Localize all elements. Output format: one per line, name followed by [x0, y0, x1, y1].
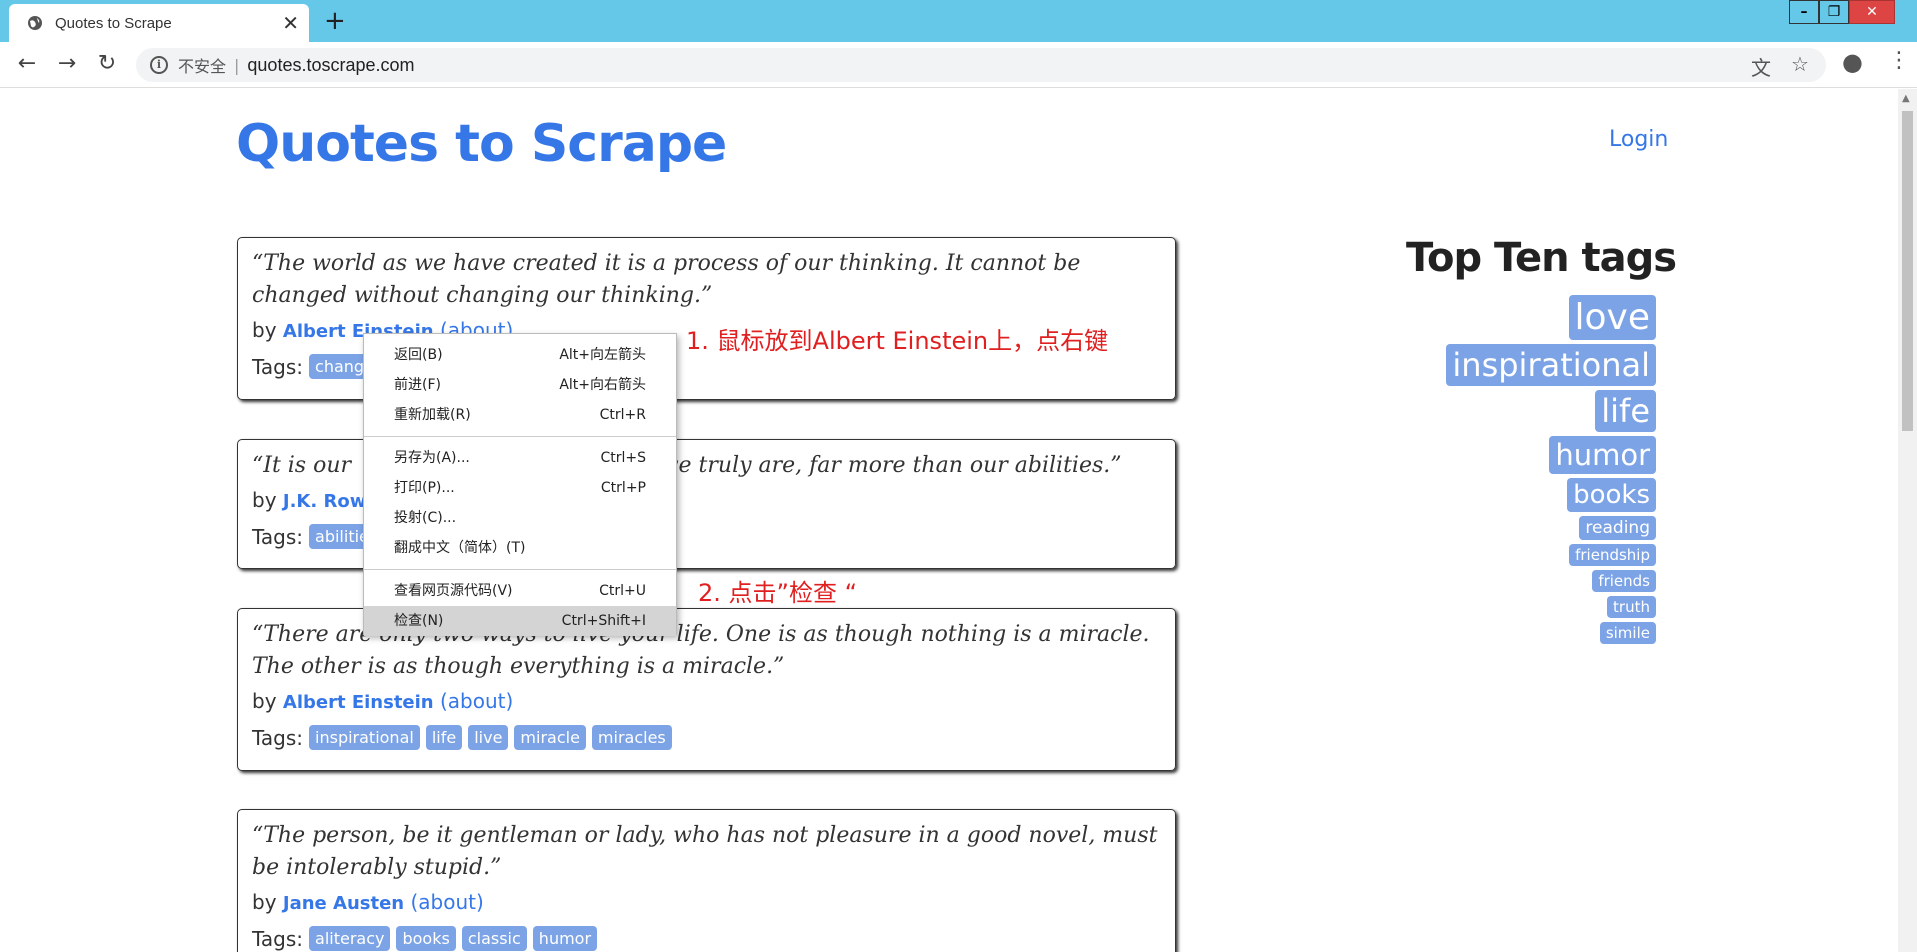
menu-dots-icon[interactable]: ⋮ — [1888, 48, 1910, 73]
tag[interactable]: miracles — [591, 725, 672, 750]
tags-label: Tags: — [252, 354, 304, 379]
menu-item-forward[interactable]: 前进(F) Alt+向右箭头 — [364, 370, 676, 400]
minimize-icon[interactable]: – — [1789, 0, 1819, 24]
menu-item-translate[interactable]: 翻成中文（简体）(T) — [364, 533, 676, 563]
web-page: Quotes to Scrape Login “The world as we … — [0, 89, 1898, 952]
quote-text: “The person, be it gentleman or lady, wh… — [252, 823, 1158, 880]
menu-divider — [364, 569, 676, 570]
restore-icon[interactable]: ❐ — [1819, 0, 1849, 24]
site-title[interactable]: Quotes to Scrape — [236, 114, 727, 174]
menu-item-shortcut: Alt+向右箭头 — [559, 377, 646, 393]
menu-item-reload[interactable]: 重新加载(R) Ctrl+R — [364, 400, 676, 430]
tag[interactable]: live — [468, 725, 509, 750]
login-link[interactable]: Login — [1609, 127, 1668, 152]
context-menu: 返回(B) Alt+向左箭头 前进(F) Alt+向右箭头 重新加载(R) Ct… — [363, 333, 677, 636]
back-arrow-icon[interactable]: ← — [13, 51, 41, 76]
menu-item-shortcut: Ctrl+U — [599, 583, 646, 599]
tag[interactable]: life — [425, 725, 463, 750]
annotation-step-2: 2. 点击”检查 “ — [698, 579, 858, 607]
tags-label: Tags: — [252, 725, 304, 750]
by-label: by — [252, 488, 277, 512]
menu-item-shortcut: Ctrl+Shift+I — [561, 613, 646, 629]
menu-item-shortcut: Ctrl+R — [599, 407, 646, 423]
menu-item-label: 检查(N) — [394, 613, 444, 629]
close-tab-icon[interactable]: ✕ — [282, 11, 299, 35]
cloud-tag[interactable]: life — [1595, 390, 1656, 432]
menu-divider — [364, 436, 676, 437]
cloud-tag[interactable]: friendship — [1569, 544, 1656, 566]
new-tab-button[interactable]: + — [324, 6, 346, 36]
address-bar[interactable]: i 不安全 | quotes.toscrape.com — [136, 48, 1826, 82]
tag[interactable]: inspirational — [309, 725, 420, 750]
scroll-up-icon[interactable]: ▲ — [1902, 93, 1910, 104]
cloud-tag[interactable]: reading — [1579, 516, 1656, 540]
top-ten-tags-heading: Top Ten tags — [1406, 235, 1677, 281]
browser-tab[interactable]: Quotes to Scrape ✕ — [9, 4, 309, 42]
tags-label: Tags: — [252, 524, 304, 549]
menu-item-print[interactable]: 打印(P)... Ctrl+P — [364, 473, 676, 503]
menu-item-label: 另存为(A)... — [394, 450, 470, 466]
by-label: by — [252, 318, 277, 342]
menu-item-cast[interactable]: 投射(C)... — [364, 503, 676, 533]
menu-item-label: 打印(P)... — [394, 480, 455, 496]
tag-list: Tags: inspirational life live miracle mi… — [252, 725, 1161, 750]
window-controls: – ❐ ✕ — [1789, 0, 1895, 26]
menu-item-label: 翻成中文（简体）(T) — [394, 540, 526, 556]
tag[interactable]: humor — [532, 926, 598, 951]
window-close-icon[interactable]: ✕ — [1849, 0, 1895, 24]
cloud-tag[interactable]: simile — [1599, 622, 1656, 644]
menu-item-label: 查看网页源代码(V) — [394, 583, 513, 599]
author-link[interactable]: Albert Einstein — [283, 692, 434, 713]
info-icon[interactable]: i — [150, 56, 168, 74]
menu-item-back[interactable]: 返回(B) Alt+向左箭头 — [364, 340, 676, 370]
tab-title: Quotes to Scrape — [55, 14, 172, 32]
cloud-tag[interactable]: truth — [1607, 596, 1656, 618]
tag-list: Tags: aliteracy books classic humor — [252, 926, 1161, 951]
menu-item-label: 投射(C)... — [394, 510, 457, 526]
menu-item-inspect[interactable]: 检查(N) Ctrl+Shift+I — [364, 606, 676, 636]
tag[interactable]: books — [396, 926, 456, 951]
tags-label: Tags: — [252, 926, 304, 951]
forward-arrow-icon[interactable]: → — [53, 51, 81, 76]
tag[interactable]: classic — [461, 926, 527, 951]
page-scrollbar[interactable]: ▲ — [1898, 89, 1917, 952]
quote-author-line: by Jane Austen (about) — [252, 890, 1161, 914]
by-label: by — [252, 689, 277, 713]
translate-icon[interactable]: 文 — [1751, 52, 1771, 81]
reload-icon[interactable]: ↻ — [93, 51, 121, 76]
globe-icon — [28, 16, 42, 30]
menu-item-save-as[interactable]: 另存为(A)... Ctrl+S — [364, 443, 676, 473]
menu-item-label: 前进(F) — [394, 377, 441, 393]
star-icon[interactable]: ☆ — [1791, 52, 1809, 76]
author-link[interactable]: Jane Austen — [283, 893, 404, 914]
tag-cloud: love inspirational life humor books read… — [1446, 295, 1656, 648]
menu-item-shortcut: Ctrl+S — [600, 450, 646, 466]
menu-item-shortcut: Ctrl+P — [600, 480, 646, 496]
about-link[interactable]: (about) — [440, 689, 513, 713]
tag[interactable]: miracle — [514, 725, 586, 750]
by-label: by — [252, 890, 277, 914]
cloud-tag[interactable]: humor — [1549, 436, 1656, 474]
insecure-label: 不安全 — [178, 57, 227, 76]
cloud-tag[interactable]: books — [1567, 478, 1656, 512]
browser-titlebar: Quotes to Scrape ✕ + – ❐ ✕ — [0, 0, 1917, 42]
cloud-tag[interactable]: friends — [1592, 570, 1656, 592]
profile-icon[interactable]: ● — [1842, 48, 1863, 76]
quote-card: “The person, be it gentleman or lady, wh… — [237, 809, 1176, 952]
about-link[interactable]: (about) — [410, 890, 483, 914]
cloud-tag[interactable]: love — [1568, 295, 1656, 340]
quote-text: “The world as we have created it is a pr… — [252, 251, 1081, 308]
cloud-tag[interactable]: inspirational — [1446, 344, 1656, 386]
menu-item-shortcut: Alt+向左箭头 — [559, 347, 646, 363]
omnibox-separator: | — [234, 55, 240, 75]
browser-toolbar: ← → ↻ i 不安全 | quotes.toscrape.com 文 ☆ ● … — [0, 42, 1917, 88]
annotation-step-1: 1. 鼠标放到Albert Einstein上，点右键 — [686, 327, 1109, 355]
menu-item-label: 返回(B) — [394, 347, 443, 363]
url-text[interactable]: quotes.toscrape.com — [247, 55, 414, 76]
quote-author-line: by Albert Einstein (about) — [252, 689, 1161, 713]
scrollbar-thumb[interactable] — [1902, 111, 1913, 431]
menu-item-label: 重新加载(R) — [394, 407, 471, 423]
menu-item-view-source[interactable]: 查看网页源代码(V) Ctrl+U — [364, 576, 676, 606]
tag[interactable]: aliteracy — [309, 926, 391, 951]
